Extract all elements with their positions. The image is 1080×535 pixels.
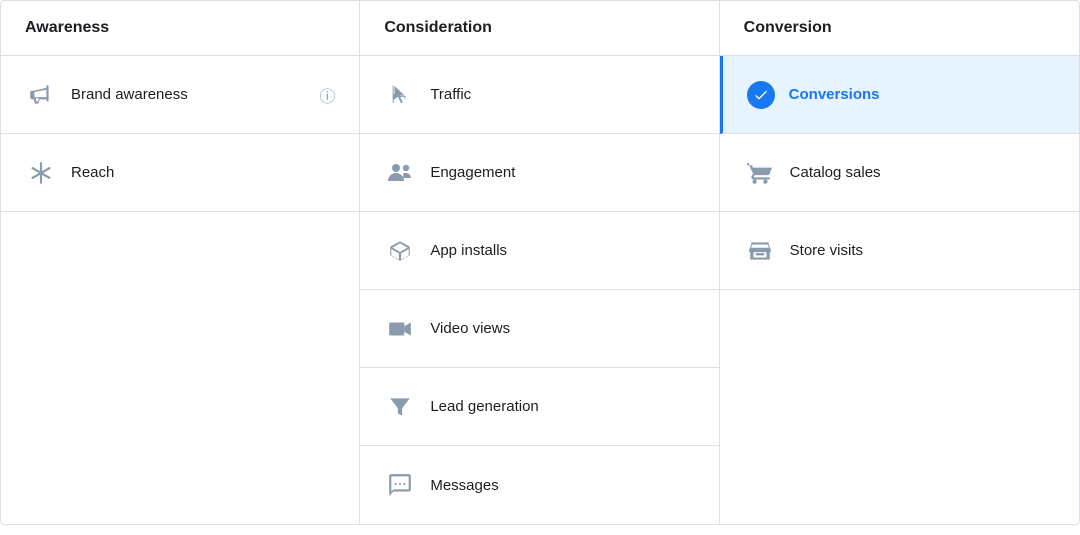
store-visits-label: Store visits (790, 242, 863, 259)
conversion-column-header: Conversion (720, 1, 1079, 56)
conversion-header-label: Conversion (744, 19, 832, 36)
awareness-filler (1, 212, 359, 524)
traffic-label: Traffic (430, 86, 471, 103)
video-views-label: Video views (430, 320, 510, 337)
reach-option[interactable]: Reach (1, 134, 359, 212)
cart-icon (744, 157, 776, 189)
chat-icon (384, 469, 416, 501)
app-installs-label: App installs (430, 242, 507, 259)
conversion-column-body: Conversions Catalog sales Store visits (720, 56, 1079, 524)
awareness-column-header: Awareness (1, 1, 360, 56)
video-icon (384, 313, 416, 345)
app-installs-option[interactable]: App installs (360, 212, 718, 290)
filter-icon (384, 391, 416, 423)
megaphone-icon (25, 79, 57, 111)
conversions-option[interactable]: Conversions (720, 56, 1079, 134)
awareness-column-body: Brand awareness ⓘ Reach (1, 56, 360, 524)
cursor-icon (384, 79, 416, 111)
engagement-label: Engagement (430, 164, 515, 181)
catalog-sales-option[interactable]: Catalog sales (720, 134, 1079, 212)
awareness-header-label: Awareness (25, 19, 109, 36)
catalog-sales-label: Catalog sales (790, 164, 881, 181)
box-icon (384, 235, 416, 267)
consideration-column-header: Consideration (360, 1, 719, 56)
brand-awareness-label: Brand awareness (71, 86, 188, 103)
people-icon (384, 157, 416, 189)
store-icon (744, 235, 776, 267)
asterisk-icon (25, 157, 57, 189)
conversion-filler (720, 290, 1079, 524)
consideration-header-label: Consideration (384, 19, 492, 36)
lead-generation-label: Lead generation (430, 398, 538, 415)
conversions-label: Conversions (789, 86, 880, 103)
campaign-objective-grid: Awareness Consideration Conversion Brand… (0, 0, 1080, 525)
consideration-column-body: Traffic Engagement App installs (360, 56, 719, 524)
info-icon[interactable]: ⓘ (319, 83, 335, 107)
reach-label: Reach (71, 164, 114, 181)
store-visits-option[interactable]: Store visits (720, 212, 1079, 290)
brand-awareness-option[interactable]: Brand awareness ⓘ (1, 56, 359, 134)
messages-option[interactable]: Messages (360, 446, 718, 524)
traffic-option[interactable]: Traffic (360, 56, 718, 134)
messages-label: Messages (430, 477, 498, 494)
selected-check-icon (747, 81, 775, 109)
lead-generation-option[interactable]: Lead generation (360, 368, 718, 446)
video-views-option[interactable]: Video views (360, 290, 718, 368)
engagement-option[interactable]: Engagement (360, 134, 718, 212)
